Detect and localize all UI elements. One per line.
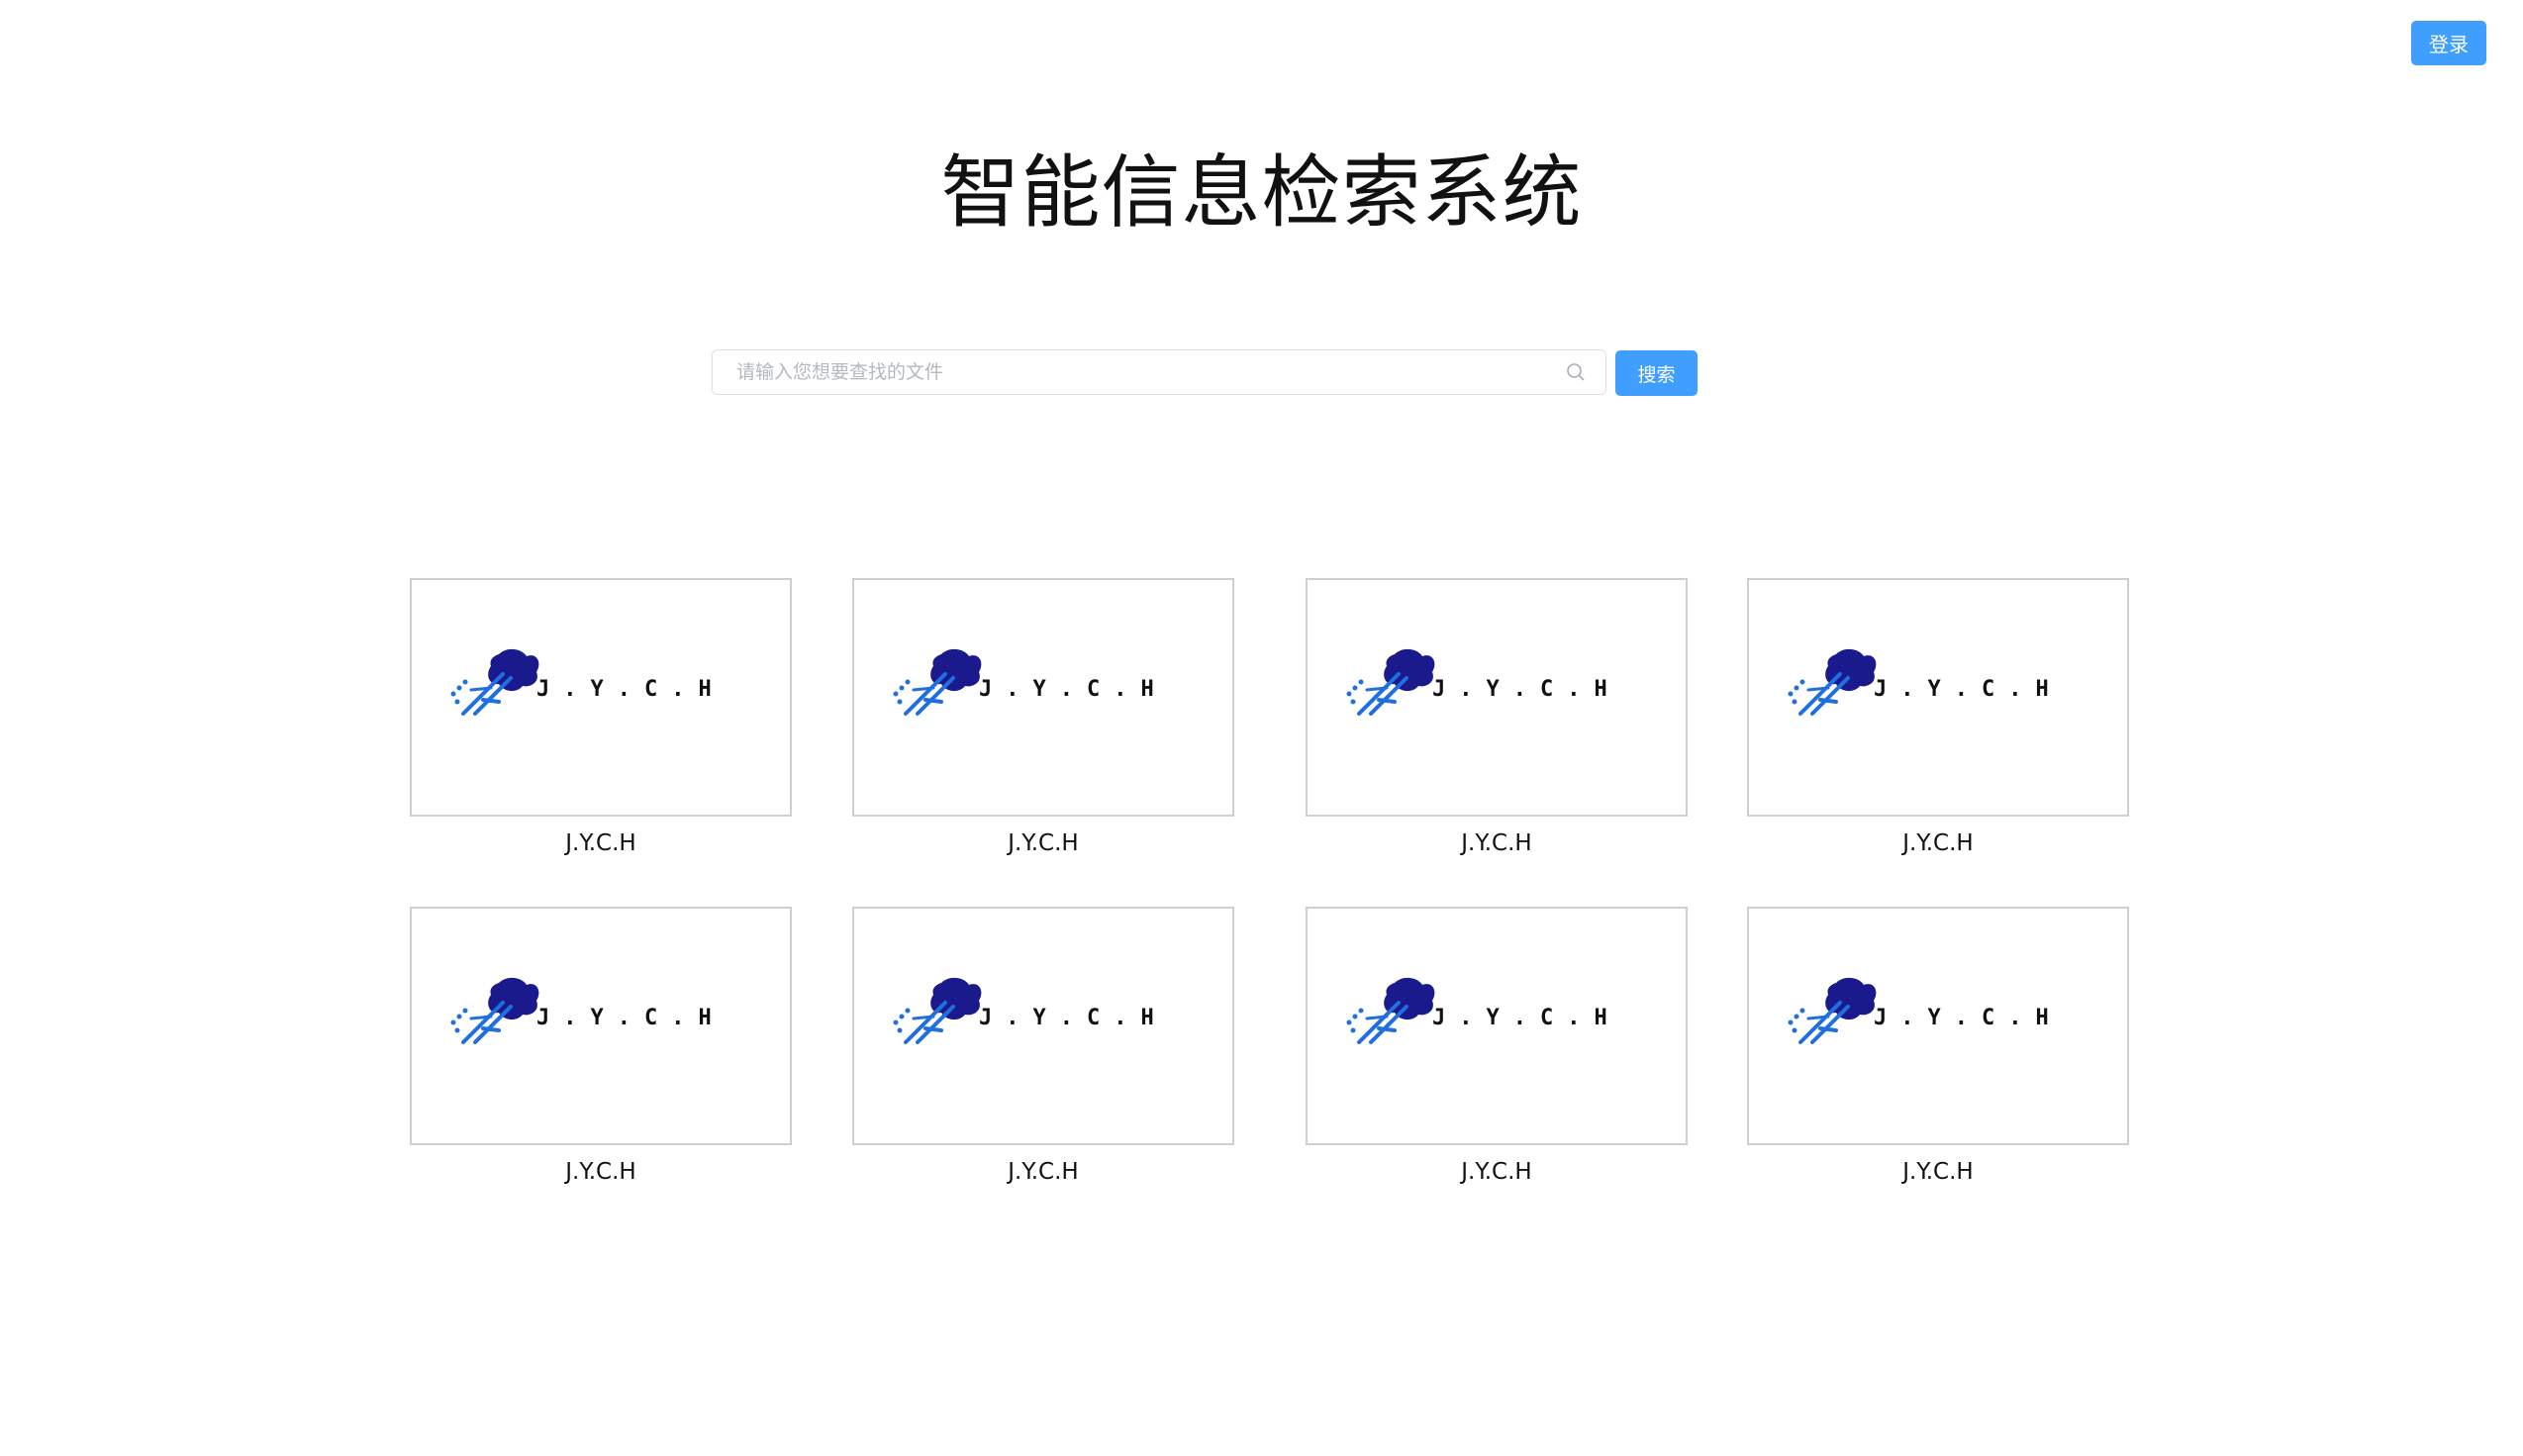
result-thumbnail[interactable]: J.Y.C.H [852, 907, 1234, 1145]
svg-text:J.Y.C.H: J.Y.C.H [979, 677, 1168, 702]
result-label[interactable]: J.Y.C.H [1747, 830, 2129, 856]
result-thumbnail[interactable]: J.Y.C.H [1306, 907, 1688, 1145]
result-thumbnail[interactable]: J.Y.C.H [1747, 578, 2129, 817]
result-thumbnail[interactable]: J.Y.C.H [852, 578, 1234, 817]
svg-text:J.Y.C.H: J.Y.C.H [536, 677, 726, 702]
result-card[interactable]: J.Y.C.H J.Y.C.H [1306, 578, 1688, 856]
result-card[interactable]: J.Y.C.H J.Y.C.H [852, 578, 1234, 856]
page-title: 智能信息检索系统 [940, 146, 1583, 239]
result-thumbnail[interactable]: J.Y.C.H [410, 578, 792, 817]
search-field[interactable] [712, 349, 1606, 395]
svg-text:J.Y.C.H: J.Y.C.H [1874, 677, 2063, 702]
result-card[interactable]: J.Y.C.H J.Y.C.H [410, 907, 792, 1185]
result-label[interactable]: J.Y.C.H [1306, 1159, 1688, 1185]
svg-text:J.Y.C.H: J.Y.C.H [1432, 677, 1621, 702]
result-thumbnail[interactable]: J.Y.C.H [1747, 907, 2129, 1145]
result-card[interactable]: J.Y.C.H J.Y.C.H [1306, 907, 1688, 1185]
svg-text:J.Y.C.H: J.Y.C.H [1874, 1006, 2063, 1030]
search-button[interactable]: 搜索 [1615, 350, 1698, 396]
result-label[interactable]: J.Y.C.H [1306, 830, 1688, 856]
result-label[interactable]: J.Y.C.H [410, 1159, 792, 1185]
result-thumbnail[interactable]: J.Y.C.H [1306, 578, 1688, 817]
search-icon[interactable] [1556, 350, 1596, 394]
jych-logo: J.Y.C.H [450, 977, 726, 1044]
jych-logo: J.Y.C.H [893, 977, 1168, 1044]
jych-logo: J.Y.C.H [1346, 977, 1621, 1044]
jych-logo: J.Y.C.H [893, 648, 1168, 716]
jych-logo: J.Y.C.H [1788, 648, 2063, 716]
result-label[interactable]: J.Y.C.H [852, 830, 1234, 856]
svg-text:J.Y.C.H: J.Y.C.H [536, 1006, 726, 1030]
result-card[interactable]: J.Y.C.H J.Y.C.H [410, 578, 792, 856]
result-card[interactable]: J.Y.C.H J.Y.C.H [852, 907, 1234, 1185]
jych-logo: J.Y.C.H [1788, 977, 2063, 1044]
search-input[interactable] [713, 350, 1556, 394]
result-label[interactable]: J.Y.C.H [852, 1159, 1234, 1185]
result-card[interactable]: J.Y.C.H J.Y.C.H [1747, 907, 2129, 1185]
svg-text:J.Y.C.H: J.Y.C.H [979, 1006, 1168, 1030]
svg-text:J.Y.C.H: J.Y.C.H [1432, 1006, 1621, 1030]
jych-logo: J.Y.C.H [450, 648, 726, 716]
result-card[interactable]: J.Y.C.H J.Y.C.H [1747, 578, 2129, 856]
result-label[interactable]: J.Y.C.H [1747, 1159, 2129, 1185]
result-thumbnail[interactable]: J.Y.C.H [410, 907, 792, 1145]
result-label[interactable]: J.Y.C.H [410, 830, 792, 856]
login-button[interactable]: 登录 [2411, 21, 2486, 65]
jych-logo: J.Y.C.H [1346, 648, 1621, 716]
